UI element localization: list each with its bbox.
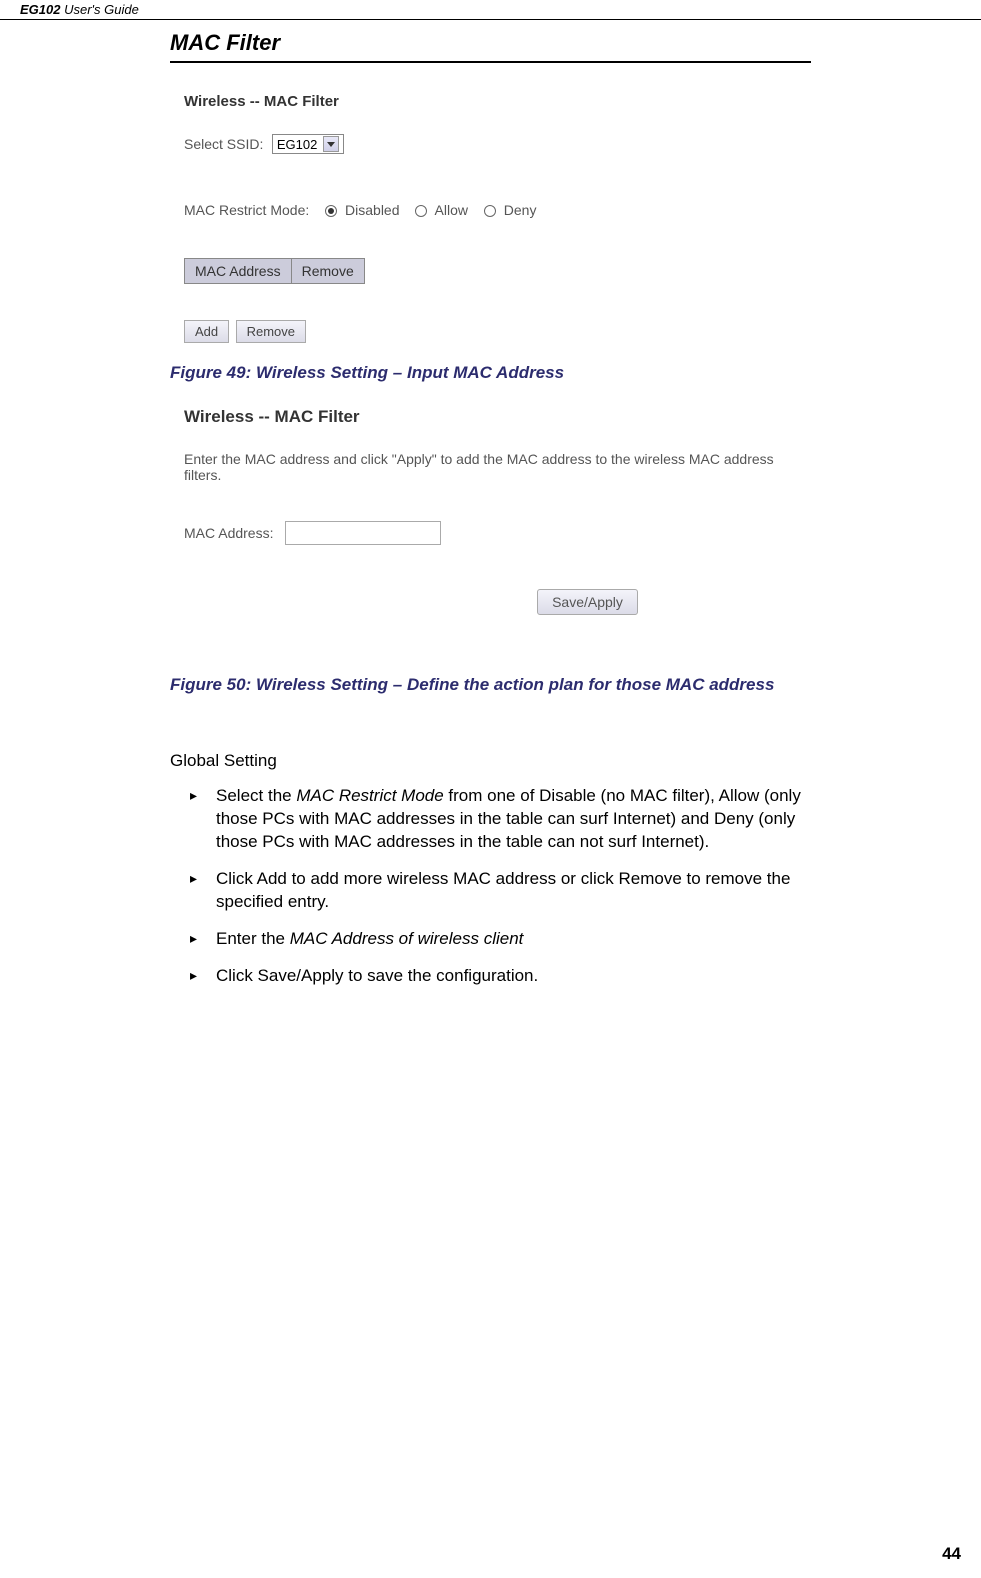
chevron-down-icon (323, 136, 339, 152)
remove-button[interactable]: Remove (236, 320, 306, 343)
col-remove: Remove (291, 259, 364, 284)
list-item: Click Save/Apply to save the configurati… (198, 965, 811, 988)
option-disabled: Disabled (345, 202, 399, 218)
add-button[interactable]: Add (184, 320, 229, 343)
col-mac-address: MAC Address (185, 259, 292, 284)
list-item: Enter the MAC Address of wireless client (198, 928, 811, 951)
screenshot2-title: Wireless -- MAC Filter (184, 407, 811, 427)
bullet2: Click Add to add more wireless MAC addre… (216, 869, 790, 911)
screenshot-input-mac: Wireless -- MAC Filter Enter the MAC add… (184, 407, 811, 615)
mac-table: MAC Address Remove (184, 258, 365, 284)
header-title: EG102 User's Guide (20, 2, 139, 17)
bullet1-pre: Select the (216, 786, 296, 805)
restrict-label: MAC Restrict Mode: (184, 202, 309, 218)
radio-allow[interactable] (415, 205, 427, 217)
figure-50-caption: Figure 50: Wireless Setting – Define the… (170, 675, 811, 695)
screenshot1-title: Wireless -- MAC Filter (184, 93, 811, 110)
mac-address-label: MAC Address: (184, 525, 273, 541)
ssid-label: Select SSID: (184, 136, 263, 152)
bullet3-pre: Enter the (216, 929, 290, 948)
list-item: Select the MAC Restrict Mode from one of… (198, 785, 811, 854)
screenshot-mac-filter: Wireless -- MAC Filter Select SSID: EG10… (184, 93, 811, 343)
list-item: Click Add to add more wireless MAC addre… (198, 868, 811, 914)
ssid-row: Select SSID: EG102 (184, 134, 811, 154)
instruction-list: Select the MAC Restrict Mode from one of… (170, 785, 811, 988)
page-content: MAC Filter Wireless -- MAC Filter Select… (0, 20, 981, 988)
button-row: Add Remove (184, 320, 811, 343)
ssid-value: EG102 (277, 137, 317, 152)
product-name: EG102 (20, 2, 60, 17)
mac-input-row: MAC Address: (184, 521, 811, 545)
option-deny: Deny (504, 202, 537, 218)
option-allow: Allow (435, 202, 468, 218)
guide-suffix: User's Guide (60, 2, 138, 17)
radio-disabled[interactable] (325, 205, 337, 217)
bullet3-italic: MAC Address of wireless client (290, 929, 524, 948)
save-apply-button[interactable]: Save/Apply (537, 589, 638, 615)
section-title: MAC Filter (170, 30, 811, 63)
bullet1-italic: MAC Restrict Mode (296, 786, 443, 805)
screenshot2-instruction: Enter the MAC address and click "Apply" … (184, 451, 811, 483)
ssid-select[interactable]: EG102 (272, 134, 344, 154)
radio-deny[interactable] (484, 205, 496, 217)
figure-49-caption: Figure 49: Wireless Setting – Input MAC … (170, 363, 811, 383)
page-number: 44 (942, 1544, 961, 1564)
table-header-row: MAC Address Remove (185, 259, 365, 284)
bullet4: Click Save/Apply to save the configurati… (216, 966, 538, 985)
page-header: EG102 User's Guide (0, 0, 981, 20)
mac-address-input[interactable] (285, 521, 441, 545)
save-button-row: Save/Apply (364, 589, 811, 615)
restrict-mode-row: MAC Restrict Mode: Disabled Allow Deny (184, 202, 811, 218)
global-setting-heading: Global Setting (170, 751, 811, 771)
